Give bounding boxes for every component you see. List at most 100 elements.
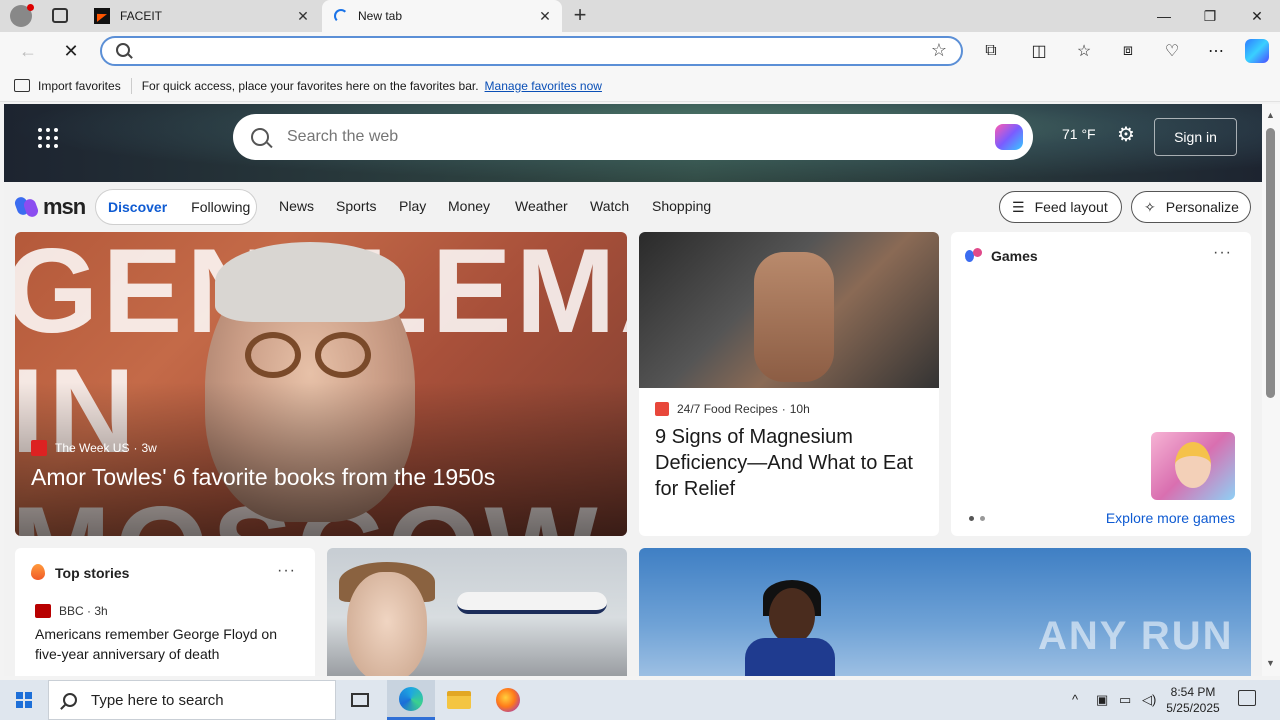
carousel-dots[interactable] (969, 516, 985, 521)
more-options-button[interactable]: ··· (277, 562, 296, 580)
device-icon[interactable]: ▣ (1096, 692, 1108, 708)
network-icon[interactable]: ▭ (1119, 692, 1131, 708)
tab-close-button[interactable]: ✕ (534, 8, 556, 25)
split-screen-icon[interactable]: ◫ (1026, 38, 1052, 64)
nav-play[interactable]: Play (399, 198, 426, 214)
article-title[interactable]: 9 Signs of Magnesium Deficiency—And What… (655, 424, 930, 502)
page-scrollbar[interactable]: ▲ ▼ (1262, 104, 1280, 676)
scroll-down-icon[interactable]: ▼ (1266, 658, 1275, 668)
story-headline[interactable]: Americans remember George Floyd on five-… (35, 624, 305, 664)
minimize-button[interactable]: — (1141, 0, 1187, 32)
nav-watch[interactable]: Watch (590, 198, 629, 214)
nav-sports[interactable]: Sports (336, 198, 376, 214)
start-button[interactable] (0, 680, 48, 720)
hero-image-hair (215, 242, 405, 322)
chevron-up-icon[interactable]: ^ (1072, 692, 1078, 707)
faceit-logo-icon (94, 8, 110, 24)
more-icon[interactable]: ⋯ (1203, 38, 1229, 64)
more-options-button[interactable]: ··· (1213, 244, 1232, 262)
tab-strip: FACEIT ✕ New tab ✕ + — ❐ ✕ (0, 0, 1280, 32)
portrait-image (769, 588, 815, 644)
edge-icon (399, 686, 423, 711)
loading-icon (334, 9, 348, 23)
anyrun-watermark: ANY RUN (1038, 614, 1234, 658)
clock[interactable]: 8:54 PM 5/25/2025 (1160, 684, 1226, 716)
folder-icon (447, 691, 471, 709)
nav-news[interactable]: News (279, 198, 314, 214)
search-icon (63, 693, 77, 707)
collections-icon[interactable]: ⧈ (1115, 38, 1141, 64)
web-search-box[interactable] (233, 114, 1033, 160)
tab-new-tab[interactable]: New tab ✕ (322, 0, 562, 32)
article-age: 10h (789, 402, 810, 416)
manage-favorites-link[interactable]: Manage favorites now (485, 79, 602, 93)
taskbar-search[interactable]: Type here to search (48, 680, 336, 720)
notifications-icon[interactable] (1238, 690, 1256, 706)
taskbar-edge[interactable] (387, 680, 435, 720)
tab-close-button[interactable]: ✕ (292, 8, 314, 25)
sparkle-icon: ✧ (1144, 198, 1156, 215)
taskbar-file-explorer[interactable] (435, 680, 483, 720)
hero-article-card[interactable]: GENTLEMA IN MOSCOW The Week US · 3w Amor… (15, 232, 627, 536)
hero-title[interactable]: Amor Towles' 6 favorite books from the 1… (31, 464, 495, 491)
sign-in-button[interactable]: Sign in (1154, 118, 1237, 156)
sliders-icon: ☰ (1012, 198, 1025, 215)
scroll-thumb[interactable] (1266, 128, 1275, 398)
article-source: 24/7 Food Recipes · 10h (655, 402, 810, 416)
fire-icon (31, 564, 45, 580)
windows-logo-icon (16, 692, 32, 708)
gear-icon[interactable]: ⚙ (1115, 124, 1137, 146)
address-bar[interactable]: ☆ (100, 36, 963, 66)
favorites-message: For quick access, place your favorites h… (141, 78, 479, 93)
stop-button[interactable]: ✕ (57, 37, 85, 65)
story-source: BBC · 3h (59, 604, 108, 618)
import-favorites-icon (14, 79, 30, 92)
clock-date: 5/25/2025 (1166, 701, 1220, 715)
import-favorites-button[interactable]: Import favorites (38, 79, 121, 93)
game-thumbnail[interactable] (1151, 432, 1235, 500)
source-name: The Week US (55, 441, 130, 455)
nav-weather[interactable]: Weather (515, 198, 568, 214)
nav-money[interactable]: Money (448, 198, 490, 214)
new-tab-button[interactable]: + (568, 4, 592, 28)
feed-layout-label: Feed layout (1034, 199, 1108, 215)
bbc-logo-icon (35, 604, 51, 618)
copilot-icon[interactable] (995, 124, 1023, 150)
favorites-icon[interactable]: ☆ (1071, 38, 1097, 64)
back-button[interactable]: ← (14, 37, 42, 65)
copilot-icon[interactable] (1245, 39, 1269, 63)
task-view-button[interactable] (336, 680, 384, 720)
profile-icon[interactable] (10, 4, 34, 27)
article-age: 3w (141, 441, 157, 455)
tab-discover[interactable]: Discover (108, 199, 167, 215)
favorite-star-icon[interactable]: ☆ (931, 40, 947, 61)
explore-more-games-link[interactable]: Explore more games (1106, 510, 1235, 526)
volume-icon[interactable]: ◁) (1142, 692, 1156, 708)
extensions-icon[interactable]: ⧉ (978, 38, 1004, 64)
hero-image-glasses (245, 332, 301, 378)
restore-button[interactable]: ❐ (1187, 0, 1233, 32)
web-search-input[interactable] (287, 128, 995, 146)
tab-actions-icon[interactable] (52, 8, 68, 23)
apps-grid-icon[interactable] (38, 128, 58, 148)
tab-title: FACEIT (120, 9, 163, 23)
search-icon (251, 128, 269, 146)
games-icon (965, 248, 983, 264)
performance-icon[interactable]: ♡ (1159, 38, 1185, 64)
clock-time: 8:54 PM (1170, 685, 1216, 699)
tab-following[interactable]: Following (191, 199, 250, 215)
airplane-image (457, 592, 607, 614)
weather-temperature[interactable]: 71 °F (1062, 126, 1096, 142)
image-article-card[interactable] (327, 548, 627, 676)
nav-shopping[interactable]: Shopping (652, 198, 711, 214)
close-window-button[interactable]: ✕ (1234, 0, 1280, 32)
tab-faceit[interactable]: FACEIT ✕ (84, 0, 320, 32)
scroll-up-icon[interactable]: ▲ (1266, 110, 1275, 120)
feed-layout-button[interactable]: ☰ Feed layout (999, 191, 1122, 223)
msn-logo[interactable]: msn (13, 194, 86, 220)
taskbar-firefox[interactable] (484, 680, 532, 720)
divider (130, 77, 132, 94)
hero-image-glasses (315, 332, 371, 378)
article-card[interactable]: 24/7 Food Recipes · 10h 9 Signs of Magne… (639, 232, 939, 536)
personalize-button[interactable]: ✧ Personalize (1131, 191, 1251, 223)
